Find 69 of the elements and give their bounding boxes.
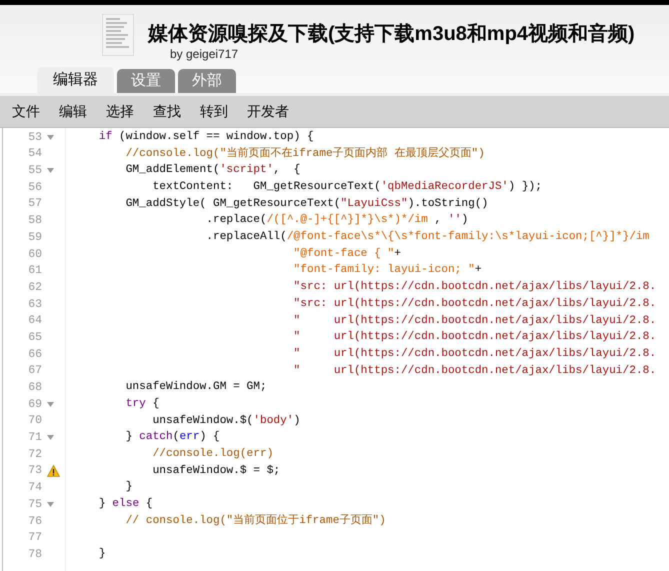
warning-icon [46, 465, 60, 478]
line-number: 69 [28, 396, 42, 413]
menu-item[interactable]: 编辑 [59, 101, 87, 122]
code-line: //console.log(err) [152, 446, 274, 462]
line-number: 66 [28, 346, 42, 363]
code-line: } [98, 546, 106, 562]
fold-caret-icon[interactable] [46, 402, 54, 407]
line-number: 78 [28, 546, 42, 563]
line-number: 65 [28, 330, 42, 346]
fold-caret-icon[interactable] [46, 168, 54, 174]
line-number: 77 [28, 530, 42, 546]
line-number: 71 [28, 430, 42, 446]
code-line: } [124, 480, 132, 496]
code-line: } catch(err) { [124, 430, 220, 446]
script-title: 媒体资源嗅探及下载(支持下载m3u8和mp4视频和音频) [148, 23, 635, 45]
code-line: .replaceAll(/@font-face\s*\{\s*font-family:\s*layui-icon;[^}]*}/im [205, 230, 650, 246]
code-line: if (window.self == window.top) { [98, 130, 314, 145]
code-line: GM_addElement('script', { [124, 162, 300, 178]
menu-item[interactable]: 查找 [153, 101, 181, 122]
line-number: 64 [28, 313, 42, 330]
line-number: 55 [28, 163, 42, 180]
code-line: unsafeWindow.$ = $; [152, 464, 280, 479]
code-line: "font-family: layui-icon; "+ [292, 262, 482, 278]
code-line: try { [124, 396, 160, 412]
line-number: 58 [28, 213, 42, 230]
menu-item[interactable]: 选择 [106, 101, 134, 122]
code-line: unsafeWindow.$('body') [152, 414, 300, 429]
line-number: 56 [28, 180, 42, 196]
menu-item[interactable]: 文件 [12, 101, 40, 122]
code-line: // console.log("当前页面位于iframe子页面") [124, 513, 386, 529]
line-number: 70 [28, 413, 42, 430]
line-number: 72 [28, 446, 42, 463]
line-number: 57 [28, 196, 42, 212]
menu-item[interactable]: 转到 [200, 101, 228, 122]
author-link[interactable]: by geigei717 [170, 47, 635, 61]
code-line: "src: url(https://cdn.bootcdn.net/ajax/libs/layui/2.8. [292, 296, 656, 312]
fold-caret-icon[interactable] [46, 502, 54, 507]
fold-caret-icon[interactable] [46, 134, 54, 140]
line-number: 75 [28, 496, 42, 513]
line-number: 67 [28, 363, 42, 380]
line-number: 62 [28, 280, 42, 296]
script-thumbnail [102, 14, 134, 56]
tab[interactable]: 设置 [117, 69, 175, 93]
tab[interactable]: 外部 [178, 69, 236, 93]
code-line: GM_addStyle( GM_getResourceText("LayuiCss").toString() [124, 196, 488, 212]
line-number: 53 [28, 130, 42, 146]
code-line: } else { [98, 496, 153, 512]
code-line: unsafeWindow.GM = GM; [124, 380, 267, 396]
line-number: 73 [28, 463, 42, 480]
code-line: .replace(/([^.@-]+{[^}]*}\s*)*/im , '') [205, 212, 468, 228]
menu-item[interactable]: 开发者 [247, 101, 289, 122]
line-number: 59 [28, 230, 42, 246]
code-line: textContent: GM_getResourceText('qbMediaRecorderJS') }); [152, 180, 542, 196]
code-line: " url(https://cdn.bootcdn.net/ajax/libs/layui/2.8. [292, 346, 656, 362]
line-number: 74 [28, 480, 42, 496]
code-line: "src: url(https://cdn.bootcdn.net/ajax/libs/layui/2.8. [292, 280, 656, 296]
code-line: " url(https://cdn.bootcdn.net/ajax/libs/layui/2.8. [292, 314, 656, 329]
line-number: 63 [28, 296, 42, 313]
code-line: " url(https://cdn.bootcdn.net/ajax/libs/layui/2.8. [292, 364, 656, 379]
line-number: 76 [28, 514, 42, 530]
code-line: "@font-face { "+ [292, 246, 401, 262]
line-number: 60 [28, 246, 42, 263]
fold-caret-icon[interactable] [46, 435, 54, 440]
code-line: " url(https://cdn.bootcdn.net/ajax/libs/layui/2.8. [292, 330, 656, 346]
line-number: 61 [28, 263, 42, 280]
line-number: 68 [28, 380, 42, 396]
line-number: 54 [28, 146, 42, 162]
code-line: //console.log("当前页面不在iframe子页面内部 在最顶层父页面") [124, 146, 485, 162]
tab[interactable]: 编辑器 [37, 67, 114, 93]
